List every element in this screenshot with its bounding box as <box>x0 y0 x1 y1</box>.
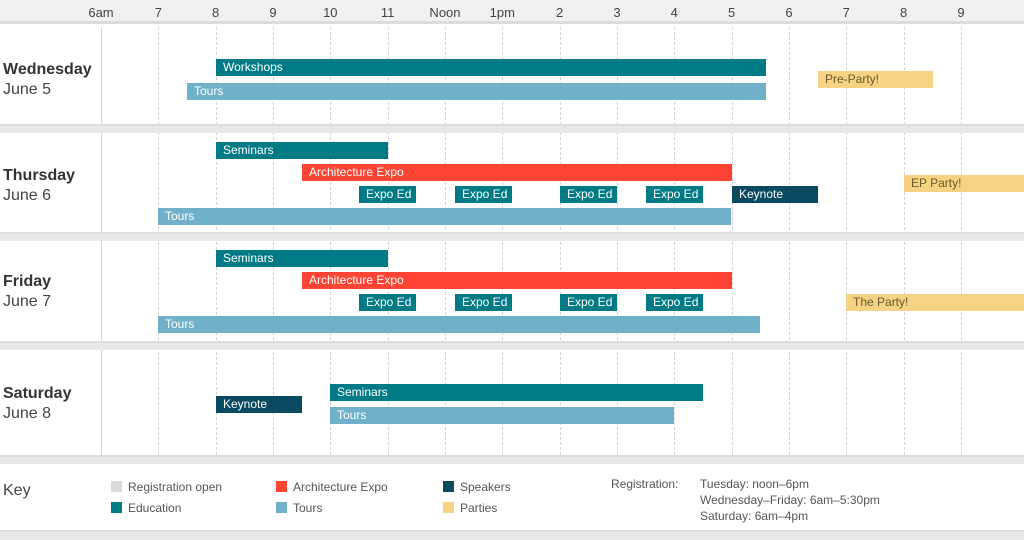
legend-swatch <box>111 502 122 513</box>
gridline <box>158 27 159 455</box>
legend: Key Registration open Education Architectu… <box>0 462 1024 530</box>
tick-label: 9 <box>957 5 965 20</box>
tick-label: 4 <box>670 5 678 20</box>
tick-label: 6 <box>785 5 793 20</box>
event-bar-education[interactable]: Expo Ed <box>455 294 512 311</box>
day-date: June 6 <box>3 187 52 204</box>
event-bar-education[interactable]: Expo Ed <box>646 186 703 203</box>
row-separator <box>0 232 1024 241</box>
legend-label: Registration open <box>128 480 223 494</box>
tick-label: 2 <box>556 5 564 20</box>
tick-label: 7 <box>154 5 162 20</box>
legend-item-expo: Architecture Expo <box>276 480 388 494</box>
event-bar-parties[interactable]: The Party! <box>846 294 1024 311</box>
tick-label: 3 <box>613 5 621 20</box>
tick-label: 9 <box>269 5 277 20</box>
legend-swatch <box>443 481 454 492</box>
event-bar-parties[interactable]: EP Party! <box>904 175 1024 192</box>
event-bar-speakers[interactable]: Keynote <box>216 396 302 413</box>
event-bar-education[interactable]: Workshops <box>216 59 766 76</box>
event-bar-education[interactable]: Seminars <box>216 142 388 159</box>
event-bar-education[interactable]: Expo Ed <box>560 294 617 311</box>
footer-bar <box>0 530 1024 540</box>
day-name: Friday <box>3 273 52 290</box>
event-bar-expo[interactable]: Architecture Expo <box>302 164 732 181</box>
registration-line: Wednesday–Friday: 6am–5:30pm <box>700 493 880 507</box>
time-axis-header: 6am 7 8 9 10 11 Noon 1pm 2 3 4 5 6 7 8 9 <box>0 0 1024 24</box>
event-bar-tours[interactable]: Tours <box>158 208 731 225</box>
registration-line: Saturday: 6am–4pm <box>700 509 809 523</box>
legend-title: Key <box>3 482 31 499</box>
registration-line: Tuesday: noon–6pm <box>700 477 809 491</box>
legend-swatch <box>276 502 287 513</box>
gridline <box>789 27 790 455</box>
legend-item-registration: Registration open <box>111 480 222 494</box>
legend-swatch <box>443 502 454 513</box>
legend-item-parties: Parties <box>443 501 497 515</box>
legend-label: Education <box>128 501 182 515</box>
tick-label: 1pm <box>489 5 515 20</box>
tick-label: 11 <box>380 5 395 20</box>
tick-label: 10 <box>323 5 338 20</box>
day-label: Wednesday June 5 <box>3 60 92 100</box>
row-separator <box>0 124 1024 133</box>
day-label: Thursday June 6 <box>3 166 75 206</box>
row-separator <box>0 341 1024 350</box>
legend-label: Speakers <box>460 480 511 494</box>
event-bar-education[interactable]: Expo Ed <box>359 186 416 203</box>
day-label: Friday June 7 <box>3 272 51 312</box>
day-name: Thursday <box>3 167 76 184</box>
legend-item-education: Education <box>111 501 181 515</box>
axis-start-line <box>101 27 102 455</box>
event-bar-tours[interactable]: Tours <box>187 83 766 100</box>
day-name: Wednesday <box>3 61 92 78</box>
gridline <box>846 27 847 455</box>
legend-item-speakers: Speakers <box>443 480 511 494</box>
day-label: Saturday June 8 <box>3 384 71 424</box>
legend-label: Architecture Expo <box>293 480 388 494</box>
event-bar-parties[interactable]: Pre-Party! <box>818 71 933 88</box>
legend-label: Parties <box>460 501 498 515</box>
event-bar-tours[interactable]: Tours <box>158 316 760 333</box>
gridline <box>961 27 962 455</box>
event-bar-education[interactable]: Expo Ed <box>455 186 512 203</box>
tick-label: 8 <box>212 5 220 20</box>
legend-swatch <box>276 481 287 492</box>
day-date: June 7 <box>3 293 52 310</box>
legend-label: Tours <box>293 501 323 515</box>
tick-label: 8 <box>899 5 908 20</box>
tick-label: 5 <box>728 5 736 20</box>
event-bar-education[interactable]: Expo Ed <box>560 186 617 203</box>
tick-label: Noon <box>429 5 461 20</box>
event-bar-education[interactable]: Expo Ed <box>359 294 416 311</box>
day-date: June 5 <box>3 81 52 98</box>
event-bar-education[interactable]: Expo Ed <box>646 294 703 311</box>
tick-label: 7 <box>842 5 850 20</box>
day-name: Saturday <box>3 385 72 402</box>
event-bar-education[interactable]: Seminars <box>330 384 703 401</box>
gridline <box>904 27 905 455</box>
legend-item-tours: Tours <box>276 501 322 515</box>
event-bar-tours[interactable]: Tours <box>330 407 674 424</box>
event-bar-education[interactable]: Seminars <box>216 250 388 267</box>
event-bar-speakers[interactable]: Keynote <box>732 186 818 203</box>
event-bar-expo[interactable]: Architecture Expo <box>302 272 732 289</box>
legend-swatch <box>111 481 122 492</box>
tick-label: 6am <box>88 5 114 20</box>
day-date: June 8 <box>3 405 52 422</box>
registration-label: Registration: <box>611 477 679 491</box>
